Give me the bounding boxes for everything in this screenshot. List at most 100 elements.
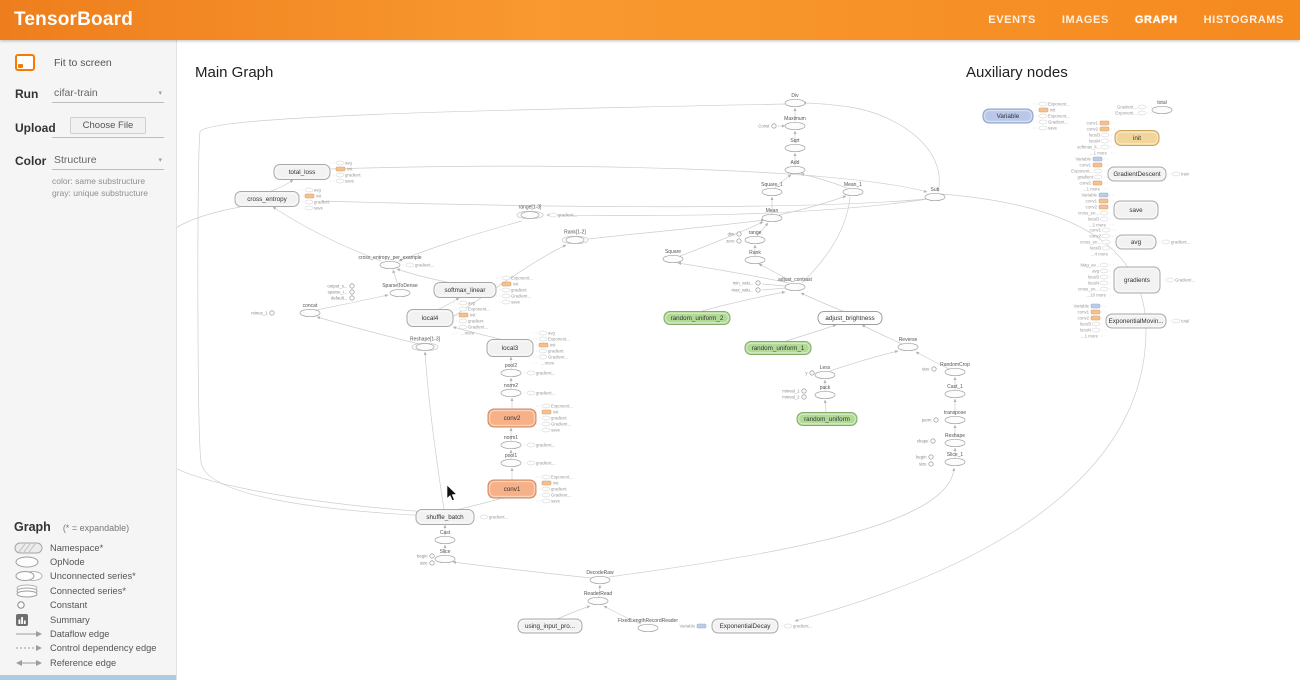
op-node-transpose[interactable]: transpose: [944, 410, 966, 424]
svg-text:random_uniform: random_uniform: [804, 416, 850, 423]
graph-node-init[interactable]: initconv1conv2local3local4softmax_li....…: [1077, 121, 1159, 156]
const-node-minus-1[interactable]: minus_1: [251, 311, 274, 316]
graph-node-local3[interactable]: local3avgExponent...initgradientGradient…: [487, 331, 570, 366]
graph-node-avg[interactable]: avggradient...conv1conv2cross_en...local…: [1080, 228, 1190, 257]
const-node-minval-1[interactable]: minval_1: [782, 389, 806, 394]
const-node-default-[interactable]: default...: [331, 296, 354, 301]
op-node-add[interactable]: Add: [785, 160, 805, 174]
svg-text:init: init: [347, 167, 353, 172]
const-node-begin[interactable]: begin: [916, 455, 933, 460]
graph-node-total_loss[interactable]: total_lossavginitgradientsave: [274, 161, 361, 184]
graph-canvas[interactable]: total_lossavginitgradientsave cross_entro…: [176, 40, 1300, 680]
const-node-begin[interactable]: begin: [417, 554, 434, 559]
upload-label: Upload: [15, 121, 52, 135]
graph-node-save[interactable]: saveVariableconv1conv2cross_en...local3.…: [1078, 193, 1158, 228]
const-node-min-valu-[interactable]: min_valu...: [733, 281, 760, 286]
choose-file-button[interactable]: Choose File: [70, 117, 147, 134]
op-node-sqrt[interactable]: Sqrt: [785, 138, 805, 152]
const-node-size[interactable]: size: [919, 462, 933, 467]
fit-to-screen-icon[interactable]: [15, 54, 35, 71]
op-node-cast_1[interactable]: Cast_1: [945, 384, 965, 398]
color-note-2: gray: unique substructure: [52, 188, 164, 200]
op-node-rank[interactable]: Rank: [745, 250, 765, 264]
graph-node-adjust_brightness[interactable]: adjust_brightness: [818, 312, 882, 325]
svg-text:max_valu...: max_valu...: [732, 288, 754, 293]
graph-node-random_uniform_1[interactable]: random_uniform_1: [745, 342, 811, 355]
graph-node-softmax_linear[interactable]: softmax_linearExponent...initgradientGra…: [434, 276, 533, 305]
series-node-reshape-1-3-[interactable]: Reshape[1-3]: [410, 337, 441, 351]
const-node-shape[interactable]: shape: [917, 439, 935, 444]
graph-node-random_uniform[interactable]: random_uniform: [797, 413, 857, 426]
op-node-div[interactable]: Div: [785, 93, 805, 107]
const-node-size[interactable]: size: [420, 561, 434, 566]
op-node-square_1[interactable]: Square_1: [761, 182, 783, 196]
graph-node-random_uniform_2[interactable]: random_uniform_2: [664, 312, 730, 325]
graph-node-exp_decay[interactable]: ExponentialDecaygradient...Variable: [680, 619, 813, 633]
const-node-const[interactable]: Const: [758, 124, 776, 129]
tab-events[interactable]: EVENTS: [988, 14, 1036, 26]
series-node-rank-1-2-[interactable]: Rank[1-2]: [562, 230, 588, 244]
svg-text:gradient: gradient: [511, 288, 527, 293]
op-node-reshape[interactable]: Reshape: [945, 433, 965, 447]
svg-text:minval_1: minval_1: [782, 389, 800, 394]
const-node-perm[interactable]: perm: [922, 418, 938, 423]
svg-text:local4: local4: [1088, 281, 1100, 286]
op-node-pack[interactable]: pack: [815, 385, 835, 399]
color-label: Color: [15, 154, 52, 168]
tab-graph[interactable]: GRAPH: [1135, 14, 1178, 26]
tab-histograms[interactable]: HISTOGRAMS: [1204, 14, 1284, 26]
constant-icon: [14, 598, 50, 612]
op-node-slice_1[interactable]: Slice_1: [945, 452, 965, 466]
graph-node-conv2[interactable]: conv2Exponent...initgradientGradient...s…: [488, 404, 573, 433]
svg-text:avg: avg: [548, 331, 556, 336]
op-node-pool1[interactable]: pool1gradient...: [501, 453, 555, 467]
svg-text:RandomCrop: RandomCrop: [940, 362, 970, 368]
op-node-adjust_contrast[interactable]: adjust_contrast: [778, 277, 813, 291]
op-node-range[interactable]: range: [745, 230, 765, 244]
svg-text:Less: Less: [820, 365, 831, 371]
legend-item-namespace: Namespace*: [14, 540, 176, 554]
color-select[interactable]: Structure ▾: [52, 152, 164, 170]
graph-node-conv1[interactable]: conv1Exponent...initgradientGradient...s…: [488, 475, 573, 504]
graph-node-exp_moving[interactable]: ExponentialMovin...totalVariableconv1con…: [1074, 304, 1190, 339]
tab-images[interactable]: IMAGES: [1062, 14, 1109, 26]
const-node-dim[interactable]: dim: [728, 232, 742, 237]
graph-node-shuffle_batch[interactable]: shuffle_batchgradient...: [416, 510, 508, 525]
op-node-norm1[interactable]: norm1gradient...: [501, 435, 555, 449]
const-node-minval-2[interactable]: minval_2: [782, 395, 806, 400]
op-node-cross_entropy_per_example[interactable]: cross_entropy_per_examplegradient...: [358, 255, 434, 269]
const-node-y[interactable]: y: [805, 371, 814, 376]
const-node-zero[interactable]: zero: [726, 239, 741, 244]
legend-item-reference-edge: Reference edge: [14, 656, 176, 670]
graph-node-variable[interactable]: VariableExponent...initExponent...Gradie…: [983, 102, 1070, 131]
graph-node-gradients[interactable]: gradientsGradient...Mag_av...avglocal3lo…: [1078, 263, 1195, 298]
op-node-maximum[interactable]: Maximum: [784, 116, 806, 130]
fit-to-screen-label[interactable]: Fit to screen: [54, 57, 112, 69]
op-node-mean_1[interactable]: Mean_1: [843, 182, 863, 196]
svg-text:size: size: [919, 462, 927, 467]
graph-node-local4[interactable]: local4avgExponent...initgradientGradient…: [407, 301, 490, 336]
op-node-randomcrop[interactable]: RandomCrop: [940, 362, 970, 376]
op-node-fixedlengthrecordreader[interactable]: FixedLengthRecordReader: [618, 618, 678, 632]
svg-text:pool1: pool1: [505, 453, 517, 459]
svg-text:Const: Const: [758, 124, 770, 129]
svg-text:Exponent...: Exponent...: [511, 276, 533, 281]
run-select[interactable]: cifar-train ▾: [52, 85, 164, 103]
sidebar-bottom-strip: [0, 675, 176, 680]
svg-text:local4: local4: [1080, 328, 1092, 333]
op-node-sparsetodense[interactable]: SparseToDense: [382, 283, 418, 297]
graph-node-cross_entropy[interactable]: cross_entropyavginitgradientsave: [235, 188, 330, 211]
op-node-total[interactable]: totalGradient...Exponent...: [1115, 100, 1172, 116]
const-node-output-s-[interactable]: output_s...: [327, 284, 354, 289]
op-node-less[interactable]: Less: [815, 365, 835, 379]
op-node-norm2[interactable]: norm2gradient...: [501, 383, 555, 397]
op-node-cast[interactable]: Cast: [435, 530, 455, 544]
const-node-size[interactable]: size: [922, 367, 936, 372]
svg-text:Sqrt: Sqrt: [790, 138, 800, 144]
graph-node-using_input[interactable]: using_input_pro...: [518, 619, 582, 633]
graph-node-gradient_descent[interactable]: GradientDescenttrainVariableconv1Exponen…: [1071, 157, 1190, 192]
op-node-slice[interactable]: Slice: [435, 549, 455, 563]
op-node-readerread[interactable]: ReaderRead: [584, 591, 613, 605]
const-node-max-valu-[interactable]: max_valu...: [732, 288, 761, 293]
const-node-sparse-i-[interactable]: sparse_i...: [328, 290, 355, 295]
